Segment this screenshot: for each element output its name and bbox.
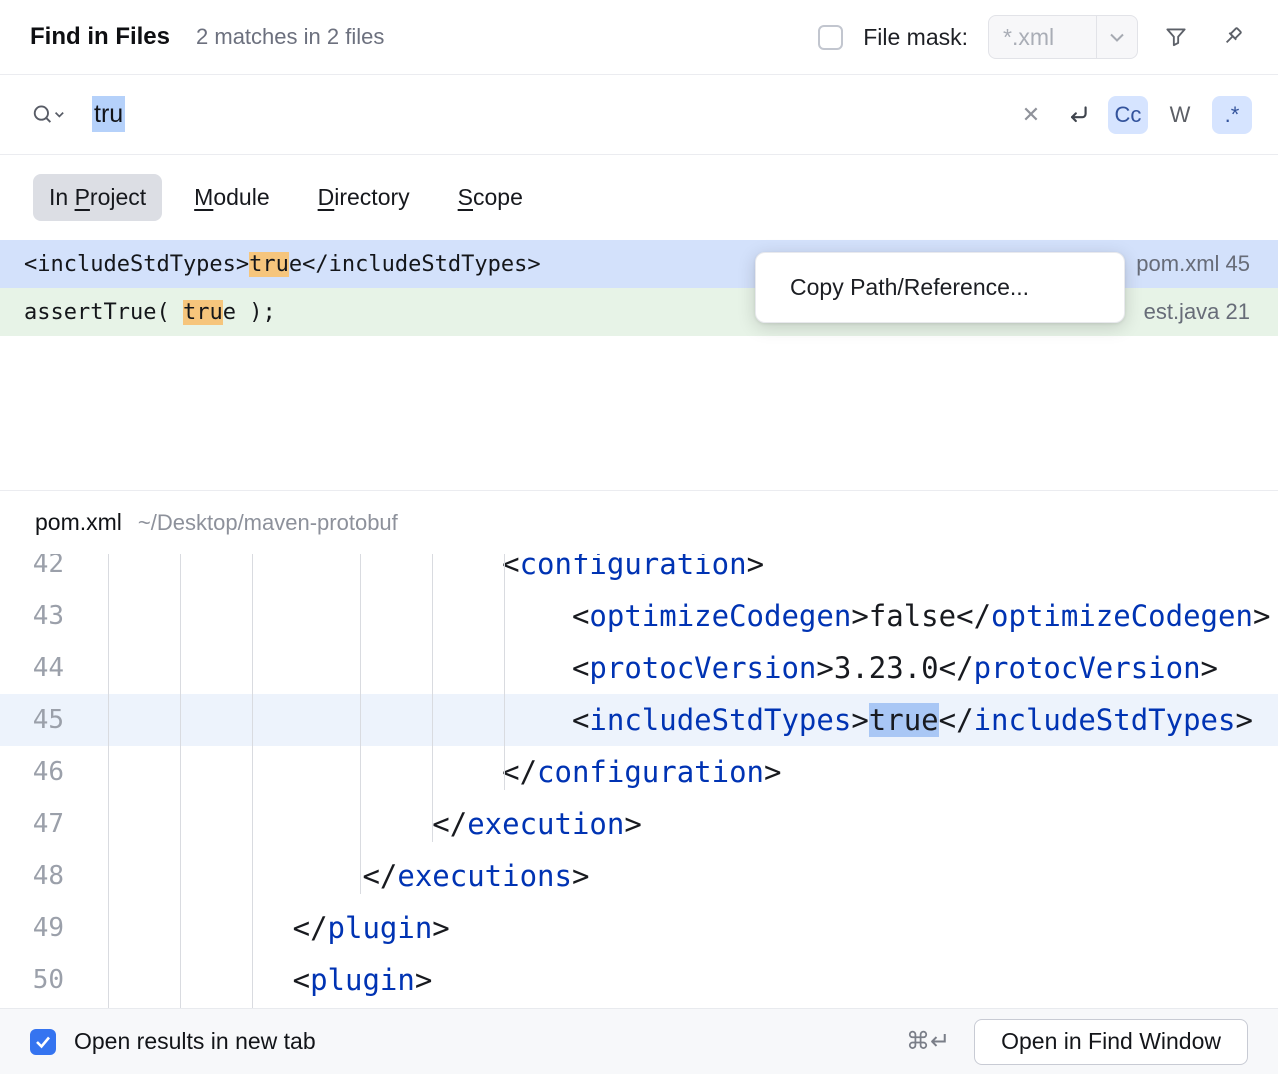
line-number: 44 (0, 653, 108, 683)
chevron-down-icon[interactable] (1097, 33, 1137, 42)
file-mask-label: File mask: (863, 24, 968, 51)
result-location: pom.xml 45 (1136, 251, 1250, 277)
line-number: 43 (0, 601, 108, 631)
open-results-label: Open results in new tab (74, 1028, 316, 1055)
code-preview-editor[interactable]: 42 <configuration>43 <optimizeCodegen>fa… (0, 554, 1278, 1008)
preview-header: pom.xml ~/Desktop/maven-protobuf (0, 490, 1278, 554)
open-in-find-window-button[interactable]: Open in Find Window (974, 1019, 1248, 1065)
editor-line-47[interactable]: 47 </execution> (0, 798, 1278, 850)
line-number: 49 (0, 913, 108, 943)
editor-line-43[interactable]: 43 <optimizeCodegen>false</optimizeCodeg… (0, 590, 1278, 642)
menu-item-copy-path-reference[interactable]: Copy Path/Reference... (790, 274, 1029, 301)
search-bar: tru ✕ Cc W .* (0, 75, 1278, 155)
editor-line-48[interactable]: 48 </executions> (0, 850, 1278, 902)
editor-line-44[interactable]: 44 <protocVersion>3.23.0</protocVersion> (0, 642, 1278, 694)
search-input[interactable]: tru (92, 100, 125, 129)
result-text: assertTrue( true ); (24, 300, 276, 325)
whole-words-toggle[interactable]: W (1160, 96, 1200, 134)
tab-directory[interactable]: Directory (302, 174, 426, 221)
line-number: 42 (0, 554, 108, 579)
line-number: 50 (0, 965, 108, 995)
file-mask-value: *.xml (989, 24, 1096, 51)
editor-line-42[interactable]: 42 <configuration> (0, 554, 1278, 590)
context-menu: Copy Path/Reference... (755, 252, 1125, 323)
editor-line-50[interactable]: 50 <plugin> (0, 954, 1278, 1006)
code-text: </executions> (108, 859, 589, 893)
match-summary: 2 matches in 2 files (196, 24, 384, 50)
editor-line-49[interactable]: 49 </plugin> (0, 902, 1278, 954)
code-text: <includeStdTypes>true</includeStdTypes> (108, 703, 1253, 737)
line-number: 46 (0, 757, 108, 787)
header-actions: File mask: *.xml (818, 15, 1250, 59)
match-case-toggle[interactable]: Cc (1108, 96, 1148, 134)
pin-icon[interactable] (1214, 19, 1250, 55)
file-mask-checkbox[interactable] (818, 25, 843, 50)
line-number: 47 (0, 809, 108, 839)
result-text: <includeStdTypes>true</includeStdTypes> (24, 252, 541, 277)
dialog-title: Find in Files (30, 23, 170, 51)
shortcut-hint: ⌘↵ (906, 1027, 950, 1056)
scope-tabs: In Project Module Directory Scope (0, 155, 1278, 240)
preview-file-path: ~/Desktop/maven-protobuf (138, 510, 398, 536)
code-text: </configuration> (108, 755, 781, 789)
close-icon[interactable]: ✕ (1014, 102, 1048, 128)
footer-actions: ⌘↵ Open in Find Window (906, 1019, 1248, 1065)
code-text: </plugin> (108, 911, 450, 945)
filter-icon[interactable] (1158, 19, 1194, 55)
code-text: <optimizeCodegen>false</optimizeCodegen> (108, 599, 1270, 633)
preview-file-name: pom.xml (35, 509, 122, 536)
results-empty-space (0, 336, 1278, 490)
code-text: <protocVersion>3.23.0</protocVersion> (108, 651, 1218, 685)
dialog-header: Find in Files 2 matches in 2 files File … (0, 0, 1278, 75)
editor-lines: 42 <configuration>43 <optimizeCodegen>fa… (0, 554, 1278, 1006)
match-highlight: tru (249, 252, 289, 277)
editor-line-46[interactable]: 46 </configuration> (0, 746, 1278, 798)
code-text: <configuration> (108, 554, 764, 581)
result-location: est.java 21 (1144, 299, 1250, 325)
line-number: 48 (0, 861, 108, 891)
tab-scope[interactable]: Scope (442, 174, 539, 221)
file-mask-combo[interactable]: *.xml (988, 15, 1138, 59)
tab-in-project[interactable]: In Project (33, 174, 162, 221)
line-number: 45 (0, 705, 108, 735)
search-options: ✕ Cc W .* (1014, 96, 1252, 134)
tab-module[interactable]: Module (178, 174, 285, 221)
match-highlight: tru (183, 300, 223, 325)
editor-line-45[interactable]: 45 <includeStdTypes>true</includeStdType… (0, 694, 1278, 746)
regex-toggle[interactable]: .* (1212, 96, 1252, 134)
search-query-text: tru (92, 96, 125, 132)
search-icon[interactable] (30, 97, 66, 133)
open-results-checkbox[interactable] (30, 1029, 56, 1055)
code-text: <plugin> (108, 963, 432, 997)
dialog-footer: Open results in new tab ⌘↵ Open in Find … (0, 1008, 1278, 1074)
code-text: </execution> (108, 807, 642, 841)
newline-icon[interactable] (1060, 97, 1096, 133)
